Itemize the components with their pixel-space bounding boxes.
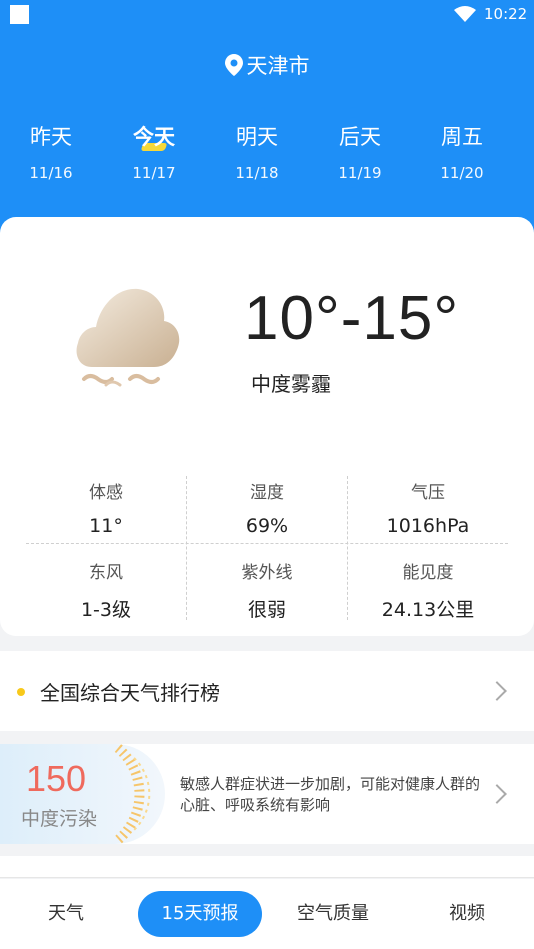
- day-tab-today[interactable]: 今天 11/17: [109, 120, 199, 182]
- status-time: 10:22: [484, 5, 528, 23]
- detail-feels-like: 体感 11°: [26, 478, 186, 537]
- location-pin-icon: [224, 54, 243, 76]
- day-date: 11/16: [29, 164, 73, 182]
- detail-label: 紫外线: [241, 563, 293, 583]
- aqi-value: 150: [26, 758, 87, 799]
- day-name: 昨天: [30, 125, 72, 149]
- bullet-dot-icon: [17, 688, 25, 696]
- aqi-level: 中度污染: [21, 808, 98, 830]
- day-name: 周五: [441, 125, 483, 149]
- day-name: 今天: [133, 125, 175, 149]
- day-tab-friday[interactable]: 周五 11/20: [417, 120, 507, 182]
- chevron-right-icon: [487, 681, 507, 701]
- detail-value: 1016hPa: [386, 515, 470, 537]
- detail-value: 69%: [245, 515, 289, 537]
- detail-value: 很弱: [247, 599, 286, 621]
- bottom-tab-bar: 天气 15天预报 空气质量 视频: [0, 879, 534, 949]
- detail-label: 气压: [411, 483, 445, 503]
- day-date: 11/17: [132, 164, 176, 182]
- aqi-advice: 敏感人群症状进一步加剧，可能对健康人群的心脏、呼吸系统有影响: [180, 775, 481, 814]
- tab-weather[interactable]: 天气: [16, 891, 116, 937]
- detail-label: 湿度: [250, 483, 284, 503]
- detail-label: 能见度: [402, 563, 454, 583]
- detail-label: 东风: [89, 563, 123, 583]
- section-gap: [0, 856, 534, 878]
- day-date: 11/20: [440, 164, 484, 182]
- day-tabs: 昨天 11/16 今天 11/17 明天 11/18 后天 11/19 周五 1…: [0, 120, 534, 200]
- status-bar: 10:22: [0, 0, 534, 30]
- wifi-icon: [454, 6, 476, 22]
- aqi-gauge-icon: [114, 744, 151, 844]
- divider: [26, 543, 508, 544]
- day-date: 11/18: [235, 164, 279, 182]
- temperature-range: 10°-15°: [244, 284, 460, 353]
- day-tab-day-after[interactable]: 后天 11/19: [315, 120, 405, 182]
- detail-humidity: 湿度 69%: [187, 478, 347, 537]
- tab-air-quality[interactable]: 空气质量: [282, 891, 384, 937]
- detail-value: 11°: [89, 515, 123, 537]
- weather-condition: 中度雾霾: [251, 372, 331, 396]
- detail-wind: 东风 1-3级: [26, 558, 186, 622]
- tab-15-day-forecast[interactable]: 15天预报: [138, 891, 262, 937]
- detail-value: 24.13公里: [381, 599, 475, 621]
- weather-ranking-row[interactable]: 全国综合天气排行榜: [0, 651, 534, 731]
- day-date: 11/19: [338, 164, 382, 182]
- day-tab-yesterday[interactable]: 昨天 11/16: [6, 120, 96, 182]
- chevron-right-icon: [487, 784, 507, 804]
- detail-uv: 紫外线 很弱: [187, 558, 347, 622]
- tab-video[interactable]: 视频: [420, 891, 514, 937]
- notification-icon: [10, 5, 29, 24]
- ranking-title: 全国综合天气排行榜: [40, 681, 220, 705]
- detail-visibility: 能见度 24.13公里: [348, 558, 508, 622]
- day-tab-tomorrow[interactable]: 明天 11/18: [212, 120, 302, 182]
- air-quality-row[interactable]: 150 中度污染 敏感人群症状进一步加剧，可能对健康人群的心脏、呼吸系统有影响: [0, 744, 534, 844]
- detail-pressure: 气压 1016hPa: [348, 478, 508, 537]
- haze-cloud-icon: [76, 288, 180, 387]
- city-selector[interactable]: 天津市: [0, 50, 534, 80]
- detail-value: 1-3级: [80, 599, 132, 621]
- city-name: 天津市: [246, 54, 310, 78]
- day-name: 明天: [236, 125, 278, 149]
- day-name: 后天: [339, 125, 381, 149]
- weather-details: 体感 11° 湿度 69% 气压 1016hPa 东风 1-3级 紫外线 很弱 …: [26, 470, 508, 622]
- detail-label: 体感: [89, 483, 123, 503]
- aqi-badge: 150 中度污染: [0, 744, 165, 844]
